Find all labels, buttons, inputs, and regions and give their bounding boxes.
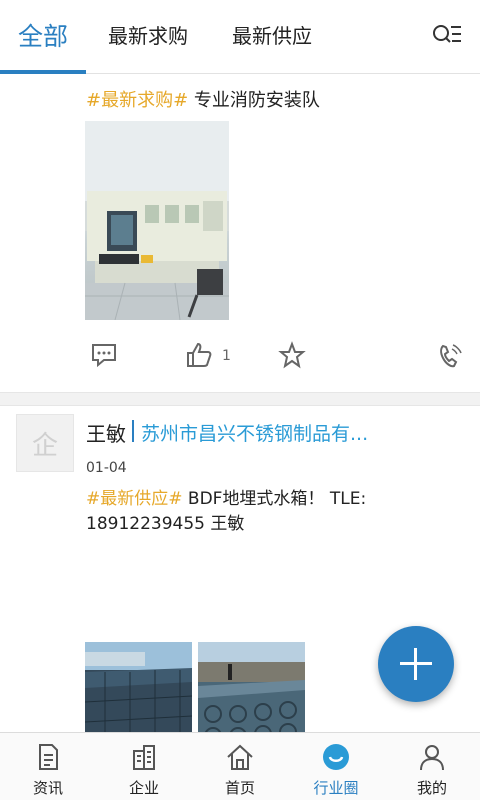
comment-icon[interactable]	[90, 341, 118, 369]
like-icon[interactable]	[185, 341, 213, 369]
nav-label: 行业圈	[313, 779, 359, 797]
post-card: #最新求购# 专业消防安装队 1	[0, 74, 480, 394]
building-icon	[133, 745, 155, 770]
post-photo[interactable]	[85, 642, 192, 732]
post-photo[interactable]	[85, 121, 229, 320]
plus-icon-vertical	[414, 648, 417, 680]
nav-item-mine[interactable]: 我的	[384, 733, 480, 800]
favorite-star-icon[interactable]	[278, 341, 306, 369]
document-icon	[39, 744, 58, 770]
post-action-bar: 1	[0, 336, 480, 376]
post-date: 01-04	[86, 460, 127, 476]
post-tag[interactable]: #最新供应#	[86, 489, 183, 509]
search-menu-icon[interactable]	[432, 22, 462, 50]
company-avatar[interactable]: 企	[16, 414, 74, 472]
phone-icon[interactable]	[435, 342, 463, 370]
post-photo[interactable]	[198, 642, 305, 732]
nav-label: 资讯	[32, 779, 63, 797]
post-body: #最新供应# BDF地埋式水箱！ TLE: 18912239455 王敏	[86, 487, 416, 537]
post-tag[interactable]: #最新求购#	[86, 90, 188, 111]
post-tagline: #最新求购# 专业消防安装队	[86, 86, 320, 112]
like-count: 1	[222, 348, 231, 364]
tab-latest-supply[interactable]: 最新供应	[232, 20, 312, 49]
nav-label: 企业	[128, 779, 159, 797]
top-tab-bar: 全部 最新求购 最新供应	[0, 0, 480, 74]
nav-item-enterprise[interactable]: 企业	[96, 733, 192, 800]
home-icon	[227, 744, 253, 770]
nav-label: 首页	[224, 779, 255, 797]
nav-item-news[interactable]: 资讯	[0, 733, 96, 800]
avatar-glyph: 企	[31, 430, 58, 461]
author-separator	[132, 420, 134, 442]
circle-chat-icon	[323, 744, 349, 770]
tab-all[interactable]: 全部	[18, 17, 68, 53]
nav-label: 我的	[416, 779, 447, 797]
add-post-button[interactable]	[378, 626, 454, 702]
nav-item-home[interactable]: 首页	[192, 733, 288, 800]
person-icon	[420, 745, 444, 771]
nav-item-industry-circle[interactable]: 行业圈	[288, 733, 384, 800]
post-text: 专业消防安装队	[193, 90, 320, 111]
tab-latest-purchase[interactable]: 最新求购	[108, 20, 188, 49]
feed-divider	[0, 392, 480, 406]
author-name[interactable]: 王敏	[86, 418, 126, 447]
company-link[interactable]: 苏州市昌兴不锈钢制品有...	[141, 419, 368, 446]
bottom-nav: 资讯 企业 首页 行业圈 我的	[0, 732, 480, 800]
